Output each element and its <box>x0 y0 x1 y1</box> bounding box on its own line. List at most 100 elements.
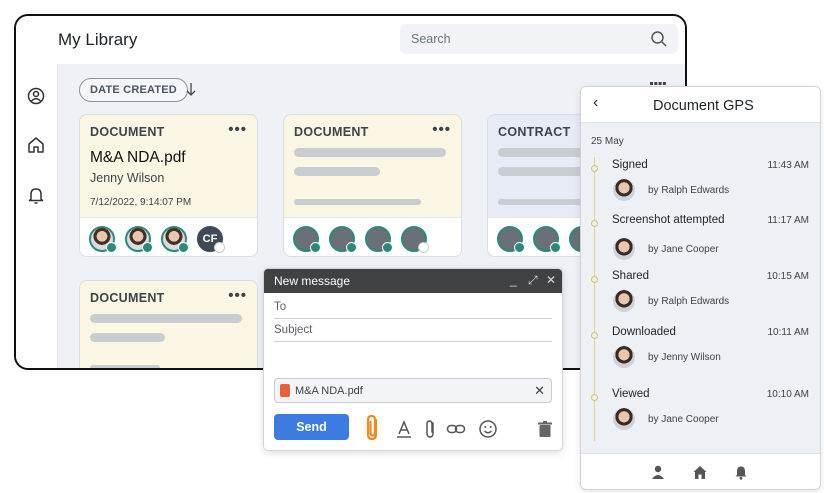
card-menu-icon[interactable]: ••• <box>228 287 247 304</box>
profile-icon[interactable] <box>26 86 46 106</box>
document-owner: Jenny Wilson <box>90 171 165 185</box>
card-type: DOCUMENT <box>294 125 369 139</box>
document-card[interactable]: DOCUMENT ••• M&A NDA.pdf Jenny Wilson 7/… <box>79 114 258 257</box>
timeline-dot <box>591 276 598 283</box>
timeline-dot <box>591 165 598 172</box>
event-time: 10:15 AM <box>766 271 809 282</box>
paperclip-icon[interactable] <box>421 419 441 439</box>
avatar[interactable] <box>497 226 525 253</box>
avatar <box>613 346 635 368</box>
avatar[interactable] <box>125 226 153 253</box>
attachment-chip[interactable]: M&A NDA.pdf ✕ <box>274 378 552 403</box>
timeline-dot <box>591 220 598 227</box>
avatar[interactable] <box>401 226 429 253</box>
home-icon[interactable] <box>692 464 708 480</box>
avatar <box>613 408 635 430</box>
avatar <box>613 290 635 312</box>
document-card[interactable]: DOCUMENT ••• <box>79 280 258 368</box>
placeholder-bar <box>294 167 380 176</box>
placeholder-bar <box>498 167 584 176</box>
compose-header: New message _ ⤢ ✕ <box>264 269 562 293</box>
avatar[interactable] <box>89 226 117 253</box>
card-type: DOCUMENT <box>90 125 165 139</box>
event-by: by Jane Cooper <box>648 244 719 255</box>
download-badge-icon <box>142 242 153 253</box>
share-badge-icon <box>514 242 525 253</box>
remove-attachment-icon[interactable]: ✕ <box>534 383 545 399</box>
event-name: Screenshot attempted <box>612 214 725 226</box>
library-header: My Library Search <box>16 16 685 64</box>
close-icon[interactable]: ✕ <box>546 273 556 287</box>
sort-arrow-down-icon[interactable] <box>184 80 198 98</box>
pending-badge-icon <box>214 242 225 253</box>
bell-icon[interactable] <box>733 464 749 480</box>
emoji-icon[interactable] <box>478 419 498 439</box>
bell-icon[interactable] <box>26 185 46 205</box>
gps-date: 25 May <box>591 136 624 147</box>
search-placeholder: Search <box>411 32 451 46</box>
placeholder-bar <box>90 365 160 368</box>
attach-orange-icon[interactable] <box>363 414 383 442</box>
search-input[interactable]: Search <box>400 24 678 54</box>
card-menu-icon[interactable]: ••• <box>228 121 247 138</box>
home-icon[interactable] <box>26 135 46 155</box>
event-by: by Ralph Edwards <box>648 185 730 196</box>
event-time: 11:43 AM <box>767 160 809 171</box>
avatar <box>613 238 635 260</box>
avatar[interactable] <box>293 226 321 253</box>
page-title: My Library <box>58 30 138 49</box>
gps-title: Document GPS <box>653 98 754 114</box>
gps-footer-nav <box>581 453 820 489</box>
event-name: Downloaded <box>612 326 676 338</box>
back-icon[interactable]: ‹ <box>593 94 598 112</box>
card-footer: CF <box>80 217 257 256</box>
share-badge-icon <box>310 242 321 253</box>
status-badge-icon <box>346 242 357 253</box>
to-field[interactable]: To <box>274 295 552 319</box>
avatar[interactable]: CF <box>197 226 225 253</box>
document-card[interactable]: DOCUMENT ••• <box>283 114 462 257</box>
share-badge-icon <box>106 242 117 253</box>
text-format-icon[interactable] <box>394 419 414 439</box>
subject-field[interactable]: Subject <box>274 318 552 342</box>
profile-icon[interactable] <box>650 464 666 480</box>
avatar[interactable] <box>329 226 357 253</box>
minimize-icon[interactable]: _ <box>510 273 517 287</box>
card-menu-icon[interactable]: ••• <box>432 121 451 138</box>
card-footer <box>284 217 461 256</box>
status-badge-icon <box>550 242 561 253</box>
event-by: by Jane Cooper <box>648 414 719 425</box>
pending-badge-icon <box>418 242 429 253</box>
gps-header: ‹ Document GPS <box>581 87 820 123</box>
event-by: by Jenny Wilson <box>648 352 721 363</box>
status-badge-icon <box>382 242 393 253</box>
avatar[interactable] <box>365 226 393 253</box>
timeline-dot <box>591 332 598 339</box>
event-name: Viewed <box>612 388 650 400</box>
compose-title: New message <box>274 274 351 288</box>
sort-date-created[interactable]: DATE CREATED <box>79 78 188 102</box>
search-icon[interactable] <box>650 30 668 48</box>
check-badge-icon <box>178 242 189 253</box>
document-name: M&A NDA.pdf <box>90 149 186 166</box>
avatar[interactable] <box>533 226 561 253</box>
sidebar <box>16 64 58 368</box>
trash-icon[interactable] <box>535 419 555 439</box>
pdf-file-icon <box>280 384 290 397</box>
send-button[interactable]: Send <box>274 414 349 440</box>
card-type: CONTRACT <box>498 125 571 139</box>
link-icon[interactable] <box>446 419 466 439</box>
event-time: 11:17 AM <box>767 215 809 226</box>
placeholder-bar <box>294 148 446 157</box>
avatar[interactable] <box>161 226 189 253</box>
event-time: 10:11 AM <box>767 327 809 338</box>
placeholder-bar <box>90 333 165 342</box>
placeholder-bar <box>294 199 421 205</box>
attachment-name: M&A NDA.pdf <box>295 385 363 397</box>
document-date: 7/12/2022, 9:14:07 PM <box>90 197 192 208</box>
event-by: by Ralph Edwards <box>648 296 730 307</box>
compose-window: New message _ ⤢ ✕ To Subject M&A NDA.pdf… <box>263 268 563 451</box>
event-time: 10:10 AM <box>766 389 809 400</box>
timeline-dot <box>591 394 598 401</box>
expand-icon[interactable]: ⤢ <box>528 273 538 288</box>
